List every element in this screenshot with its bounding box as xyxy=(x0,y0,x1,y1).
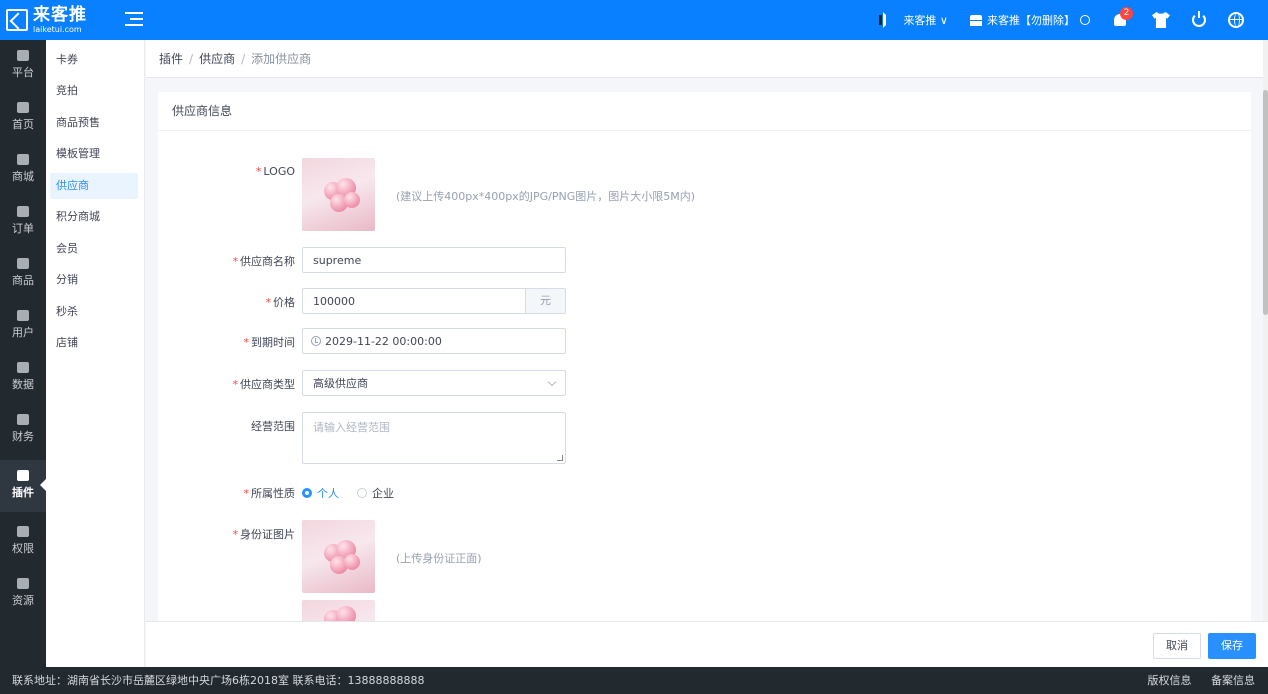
supplier-type-select[interactable]: 高级供应商 xyxy=(302,370,566,396)
logo-hint: (建议上传400px*400px的JPG/PNG图片，图片大小限5M内) xyxy=(396,190,696,203)
footer-icp-link[interactable]: 备案信息 xyxy=(1211,674,1255,687)
mall-icon xyxy=(17,154,29,165)
breadcrumb: 插件 / 供应商 / 添加供应商 xyxy=(146,40,1268,78)
laiketui-mini-icon xyxy=(879,12,897,28)
logo-upload-image[interactable] xyxy=(302,158,375,231)
language-globe-icon[interactable] xyxy=(1228,12,1244,28)
external-link-icon xyxy=(1080,15,1090,25)
subnav-item-shop[interactable]: 店铺 xyxy=(50,330,138,356)
sidebar-item-plugin[interactable]: 插件 xyxy=(0,460,46,512)
nature-label: * 所属性质 xyxy=(243,487,296,500)
expire-time-label: * 到期时间 xyxy=(243,336,296,349)
sidebar-item-home[interactable]: 首页 xyxy=(0,92,46,144)
sidebar-item-order[interactable]: 订单 xyxy=(0,196,46,248)
radio-enterprise-label[interactable]: 企业 xyxy=(372,485,394,501)
platform-icon xyxy=(17,50,29,61)
sidebar-item-mall[interactable]: 商城 xyxy=(0,144,46,196)
current-store-label: 来客推【勿删除】 xyxy=(987,14,1075,27)
subnav-item-flash-sale[interactable]: 秒杀 xyxy=(50,299,138,325)
sidebar-item-data[interactable]: 数据 xyxy=(0,352,46,404)
store-icon xyxy=(970,14,982,26)
home-icon xyxy=(17,102,29,113)
current-store[interactable]: 来客推【勿删除】 xyxy=(970,12,1090,28)
footer-contact: 联系地址：湖南省长沙市岳麓区绿地中央广场6栋2018室 联系电话：1388888… xyxy=(12,674,425,687)
page-scrollbar[interactable] xyxy=(1263,40,1268,667)
id-image-hint: (上传身份证正面) xyxy=(396,552,482,565)
store-switch-label: 来客推 ∨ xyxy=(903,14,948,27)
breadcrumb-plugin[interactable]: 插件 xyxy=(159,50,183,67)
scroll-thumb[interactable] xyxy=(1263,90,1268,315)
resize-handle-icon[interactable] xyxy=(557,455,563,461)
subnav-item-points-mall[interactable]: 积分商城 xyxy=(50,204,138,230)
sidebar-item-finance[interactable]: 财务 xyxy=(0,404,46,456)
logout-power-icon[interactable] xyxy=(1192,11,1206,27)
plugin-icon xyxy=(17,470,29,481)
logo-domain: laiketui.com xyxy=(33,24,82,34)
chevron-down-icon xyxy=(547,377,557,387)
price-input[interactable]: 100000 元 xyxy=(302,288,566,314)
subnav-item-template[interactable]: 模板管理 xyxy=(50,141,138,167)
radio-personal-label[interactable]: 个人 xyxy=(317,485,339,501)
image-icon xyxy=(17,578,29,589)
breadcrumb-current: 添加供应商 xyxy=(251,52,312,66)
radio-enterprise[interactable] xyxy=(357,488,367,498)
theme-shirt-icon[interactable] xyxy=(1152,12,1170,28)
sidebar-item-platform[interactable]: 平台 xyxy=(0,40,46,92)
notification-bell[interactable]: 2 xyxy=(1112,7,1133,29)
brand-logo[interactable]: 来客推 laiketui.com xyxy=(6,4,87,36)
store-switch[interactable]: 来客推 ∨ xyxy=(879,12,948,28)
top-header: 来客推 laiketui.com 来客推 ∨ 来客推【勿删除】 2 xyxy=(0,0,1268,40)
subnav-item-member[interactable]: 会员 xyxy=(50,236,138,262)
shield-icon xyxy=(17,526,29,537)
price-unit: 元 xyxy=(525,289,565,313)
sidebar-item-user[interactable]: 用户 xyxy=(0,300,46,352)
id-front-upload-image[interactable] xyxy=(302,520,375,593)
supplier-form-card: 供应商信息 * LOGO (建议上传400px*400px的JPG/PNG图片，图… xyxy=(158,92,1251,621)
sidebar-item-permission[interactable]: 权限 xyxy=(0,516,46,568)
nature-radio-group: 个人 企业 xyxy=(302,485,412,501)
chart-icon xyxy=(17,362,29,373)
order-icon xyxy=(17,206,29,217)
goods-icon xyxy=(17,258,29,269)
save-button[interactable]: 保存 xyxy=(1208,633,1256,659)
id-image-label: * 身份证图片 xyxy=(232,528,296,541)
subnav-item-coupon[interactable]: 卡券 xyxy=(50,47,138,73)
menu-toggle-icon[interactable] xyxy=(125,10,143,28)
sidebar-item-resource[interactable]: 资源 xyxy=(0,568,46,620)
id-back-upload-image[interactable] xyxy=(302,600,375,621)
footer-copyright-link[interactable]: 版权信息 xyxy=(1148,674,1192,687)
card-title: 供应商信息 xyxy=(158,92,1251,131)
subnav-item-distribution[interactable]: 分销 xyxy=(50,267,138,293)
business-scope-textarea[interactable]: 请输入经营范围 xyxy=(302,412,566,464)
price-label: * 价格 xyxy=(265,296,296,309)
sidebar-item-goods[interactable]: 商品 xyxy=(0,248,46,300)
notification-badge: 2 xyxy=(1120,7,1133,20)
subnav-item-auction[interactable]: 竞拍 xyxy=(50,78,138,104)
plugin-subnav: 卡券 竞拍 商品预售 模板管理 供应商 积分商城 会员 分销 秒杀 店铺 xyxy=(46,40,145,667)
cancel-button[interactable]: 取消 xyxy=(1153,633,1201,659)
subnav-item-presale[interactable]: 商品预售 xyxy=(50,110,138,136)
finance-icon xyxy=(17,414,29,425)
supplier-name-label: * 供应商名称 xyxy=(232,255,296,268)
user-icon xyxy=(17,310,29,321)
logo-icon xyxy=(6,9,28,31)
supplier-name-input[interactable]: supreme xyxy=(302,247,566,273)
breadcrumb-supplier[interactable]: 供应商 xyxy=(199,50,235,67)
logo-name: 来客推 xyxy=(33,4,87,25)
expire-time-picker[interactable]: 2029-11-22 00:00:00 xyxy=(302,328,566,354)
business-scope-label: 经营范围 xyxy=(251,420,295,433)
supplier-type-label: * 供应商类型 xyxy=(232,378,296,391)
subnav-item-supplier[interactable]: 供应商 xyxy=(50,173,138,199)
form-action-bar: 取消 保存 xyxy=(146,621,1268,667)
page-footer: 联系地址：湖南省长沙市岳麓区绿地中央广场6栋2018室 联系电话：1388888… xyxy=(0,667,1268,694)
clock-icon xyxy=(311,336,321,346)
logo-label: * LOGO xyxy=(255,165,295,178)
main-sidebar: 平台 首页 商城 订单 商品 用户 数据 财务 插件 权限 资源 xyxy=(0,40,46,667)
radio-personal[interactable] xyxy=(302,488,312,498)
